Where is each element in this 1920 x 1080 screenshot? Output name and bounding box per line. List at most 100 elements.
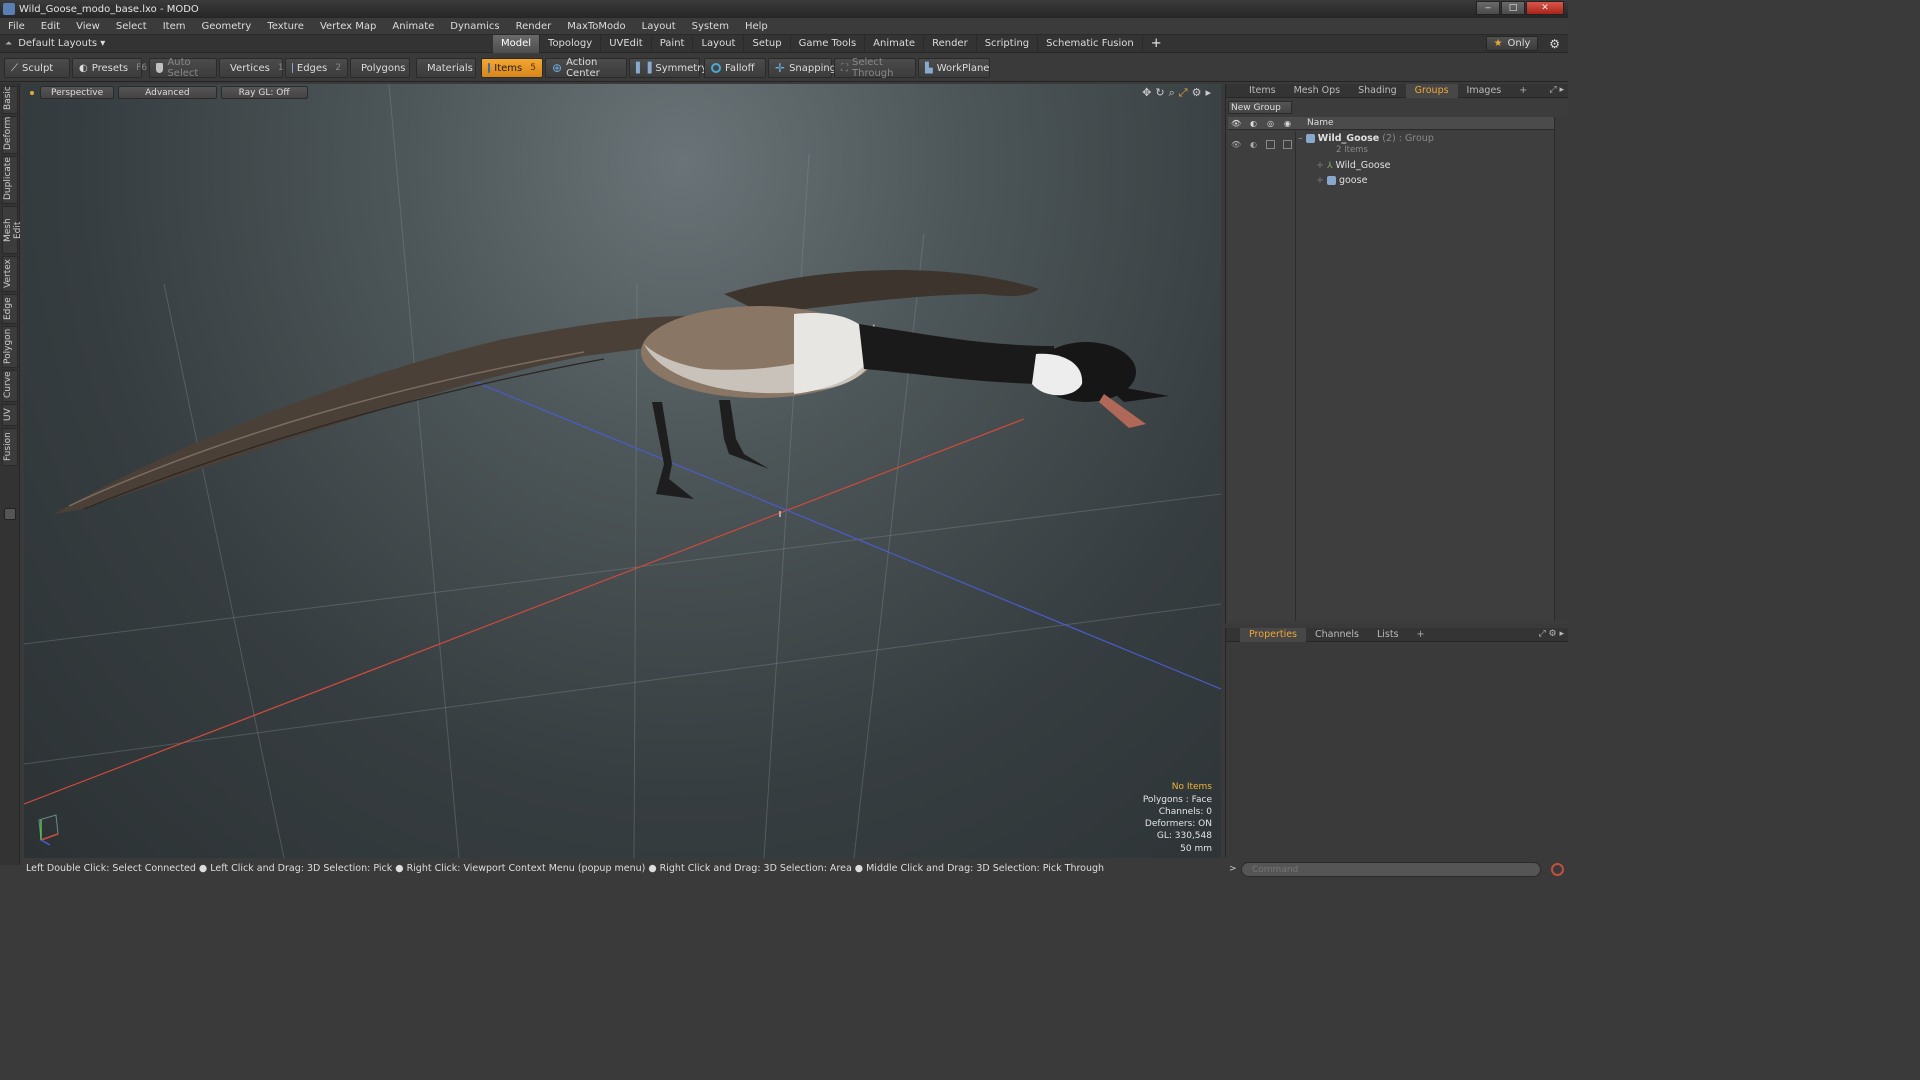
raygl-button[interactable]: Ray GL: Off <box>220 86 308 99</box>
collapse-icon[interactable]: ⏶ <box>5 39 12 49</box>
tab-render[interactable]: Render <box>924 35 977 53</box>
list-item[interactable]: + goose <box>1316 175 1572 186</box>
items-button[interactable]: Items 5 <box>481 58 543 78</box>
auto-select-button[interactable]: Auto Select <box>149 57 217 79</box>
add-tab-button[interactable]: + <box>1143 35 1170 53</box>
group-lock-checkbox[interactable] <box>1266 140 1275 149</box>
vtab-deform[interactable]: Deform <box>2 116 18 154</box>
tab-paint[interactable]: Paint <box>652 35 694 53</box>
render-column-icon[interactable]: ◐ <box>1249 119 1258 128</box>
name-column-header[interactable]: Name <box>1307 117 1334 130</box>
tab-game-tools[interactable]: Game Tools <box>791 35 866 53</box>
tab-shading[interactable]: Shading <box>1349 84 1406 98</box>
command-record-icon[interactable] <box>1551 863 1564 876</box>
tab-mesh-ops[interactable]: Mesh Ops <box>1285 84 1350 98</box>
expand-arrow-icon[interactable]: ▸ <box>1205 86 1211 100</box>
new-group-button[interactable]: New Group <box>1228 101 1292 114</box>
tab-items[interactable]: Items <box>1240 84 1285 98</box>
vtab-polygon[interactable]: Polygon <box>2 326 18 368</box>
menu-maxtomodo[interactable]: MaxToModo <box>559 21 633 32</box>
polygons-button[interactable]: Polygons <box>350 58 410 78</box>
3d-viewport[interactable]: Perspective Advanced Ray GL: Off ✥ ↻ ⌕ ⤢… <box>24 84 1221 858</box>
tab-lists[interactable]: Lists <box>1368 628 1408 642</box>
visibility-column-icon[interactable]: 👁 <box>1231 119 1241 128</box>
minimize-button[interactable]: ‒ <box>1476 1 1500 15</box>
maximize-button[interactable]: □ <box>1501 1 1525 15</box>
falloff-button[interactable]: Falloff <box>704 58 766 78</box>
sculpt-button[interactable]: ⟋ Sculpt <box>4 58 70 78</box>
materials-button[interactable]: Materials <box>416 58 476 78</box>
add-panel-tab-button[interactable]: + <box>1510 84 1536 98</box>
group-select-checkbox[interactable] <box>1283 140 1292 149</box>
menu-dynamics[interactable]: Dynamics <box>442 21 507 32</box>
vtab-basic[interactable]: Basic <box>2 86 18 114</box>
tab-schematic-fusion[interactable]: Schematic Fusion <box>1038 35 1143 53</box>
zoom-icon[interactable]: ⌕ <box>1169 86 1175 100</box>
tab-channels[interactable]: Channels <box>1306 628 1368 642</box>
edges-button[interactable]: Edges 2 <box>285 58 348 78</box>
vtab-edge[interactable]: Edge <box>2 294 18 324</box>
menu-geometry[interactable]: Geometry <box>193 21 259 32</box>
menu-vertex-map[interactable]: Vertex Map <box>312 21 384 32</box>
group-visibility-icon[interactable]: 👁 <box>1231 140 1241 149</box>
viewport-settings-icon[interactable]: ⚙ <box>1192 86 1202 100</box>
toolbox-toggle-button[interactable] <box>4 508 16 520</box>
expand-toggle-icon[interactable]: – <box>1298 133 1303 144</box>
command-input[interactable] <box>1241 862 1541 877</box>
vtab-vertex[interactable]: Vertex <box>2 256 18 292</box>
add-props-tab-button[interactable]: + <box>1408 628 1434 642</box>
symmetry-button[interactable]: ▌▐ Symmetry <box>629 58 707 78</box>
shading-mode-button[interactable]: Advanced <box>118 86 217 99</box>
tab-groups[interactable]: Groups <box>1405 83 1458 98</box>
menu-animate[interactable]: Animate <box>384 21 442 32</box>
tab-topology[interactable]: Topology <box>540 35 602 53</box>
command-history-icon[interactable]: > <box>1229 864 1237 874</box>
tab-model[interactable]: Model <box>493 35 541 53</box>
menu-edit[interactable]: Edit <box>33 21 68 32</box>
snapping-button[interactable]: ✛ Snapping <box>768 58 836 78</box>
rotate-icon[interactable]: ↻ <box>1155 86 1164 100</box>
vertices-button[interactable]: Vertices 1 <box>219 58 284 78</box>
tab-setup[interactable]: Setup <box>744 35 791 53</box>
presets-button[interactable]: ◐ Presets F6 <box>72 58 147 78</box>
props-panel-settings-icon[interactable]: ⤢ ⚙ ▸ <box>1538 629 1564 639</box>
select-through-button[interactable]: ⛶ Select Through <box>834 57 916 79</box>
menu-view[interactable]: View <box>68 21 108 32</box>
layout-name[interactable]: Default Layouts ▾ <box>18 38 105 49</box>
tab-properties[interactable]: Properties <box>1240 627 1307 642</box>
menu-render[interactable]: Render <box>508 21 560 32</box>
view-type-button[interactable]: Perspective <box>40 86 115 99</box>
tab-uvedit[interactable]: UVEdit <box>601 35 652 53</box>
layout-selector[interactable]: ⏶ Default Layouts ▾ <box>5 38 105 49</box>
menu-file[interactable]: File <box>0 21 33 32</box>
vtab-fusion[interactable]: Fusion <box>2 428 18 466</box>
menu-system[interactable]: System <box>684 21 737 32</box>
menu-texture[interactable]: Texture <box>259 21 312 32</box>
action-center-button[interactable]: ⊕ Action Center <box>545 57 627 79</box>
lock-column-icon[interactable]: ◎ <box>1266 119 1275 128</box>
maximize-viewport-icon[interactable]: ⤢ <box>1179 86 1188 100</box>
gear-icon[interactable]: ⚙ <box>1549 37 1560 51</box>
vtab-duplicate[interactable]: Duplicate <box>2 156 18 204</box>
group-row-wild-goose[interactable]: – Wild_Goose (2) : Group <box>1298 133 1554 144</box>
tab-animate[interactable]: Animate <box>865 35 925 53</box>
workplane-button[interactable]: ▙ WorkPlane <box>918 58 990 78</box>
tab-images[interactable]: Images <box>1458 84 1511 98</box>
menu-select[interactable]: Select <box>108 21 155 32</box>
vtab-uv[interactable]: UV <box>2 404 18 426</box>
tab-scripting[interactable]: Scripting <box>977 35 1039 53</box>
panel-expand-icon[interactable]: ⤢ ▸ <box>1549 85 1564 95</box>
only-button[interactable]: ★ Only <box>1486 36 1538 51</box>
list-item[interactable]: + ⅄ Wild_Goose <box>1316 160 1572 171</box>
tab-layout[interactable]: Layout <box>693 35 745 53</box>
groups-scrollbar[interactable] <box>1554 117 1568 621</box>
viewport-menu-dot[interactable] <box>30 91 34 95</box>
pan-icon[interactable]: ✥ <box>1142 86 1151 100</box>
group-render-icon[interactable]: ◐ <box>1249 140 1258 149</box>
menu-item[interactable]: Item <box>155 21 194 32</box>
vtab-curve[interactable]: Curve <box>2 370 18 402</box>
menu-layout[interactable]: Layout <box>634 21 684 32</box>
select-column-icon[interactable]: ◉ <box>1283 119 1292 128</box>
close-button[interactable]: ✕ <box>1526 1 1564 15</box>
vtab-mesh-edit[interactable]: Mesh Edit <box>2 206 23 254</box>
